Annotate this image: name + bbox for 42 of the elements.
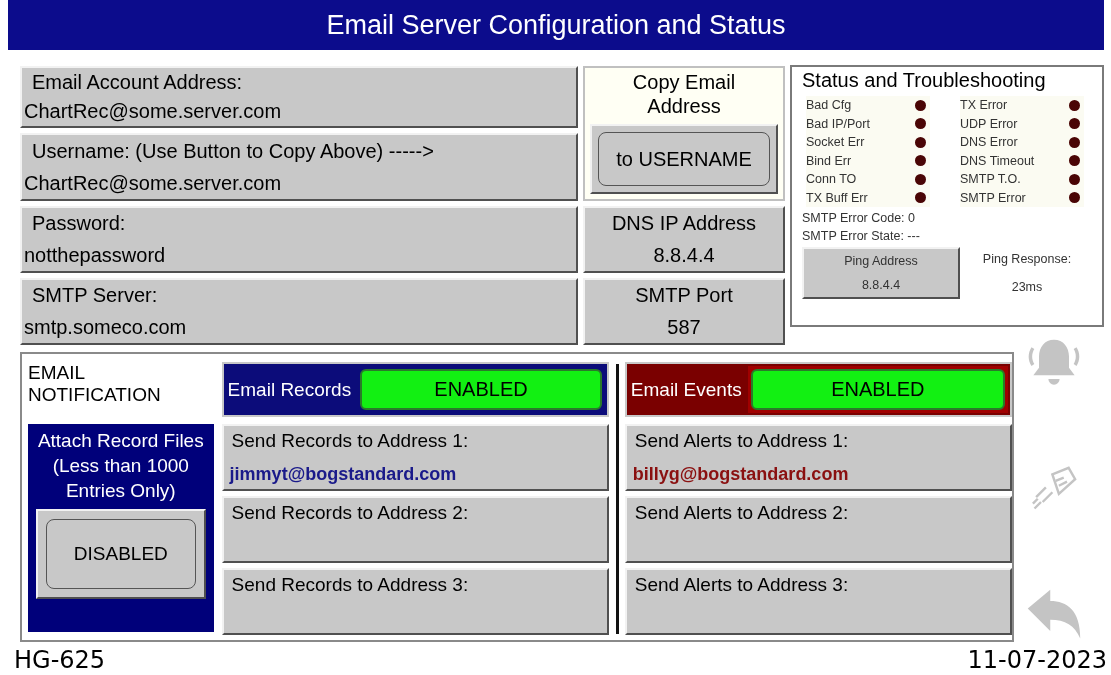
address-field[interactable]: Send Records to Address 1: jimmyt@bogstandard.com xyxy=(221,424,609,491)
attach-label: Attach Record Files (Less than 1000 Entries Only) xyxy=(36,429,205,503)
indicator-label: Bad Cfg xyxy=(806,98,852,113)
window-title: Email Server Configuration and Status xyxy=(8,0,1104,50)
indicator-label: TX Error xyxy=(960,98,1008,113)
indicator-label: SMTP Error xyxy=(960,190,1026,205)
input-field[interactable]: Username: (Use Button to Copy Above) -----> ChartRec@some.server.com xyxy=(20,133,578,201)
attach-toggle-button[interactable]: DISABLED xyxy=(35,509,206,599)
model-label: HG-625 xyxy=(14,646,106,674)
dns-field[interactable]: DNS IP Address 8.8.4.4 xyxy=(583,206,785,273)
address-field[interactable]: Send Records to Address 2: xyxy=(221,496,609,563)
date-label: 11-07-2023 xyxy=(967,646,1107,674)
enable-toggle-button[interactable]: ENABLED xyxy=(750,369,1005,410)
input-field[interactable]: Email Account Address: ChartRec@some.server.com xyxy=(20,66,578,128)
ping-button[interactable]: Ping Address 8.8.4.4 xyxy=(802,247,960,299)
panel-title: Status and Troubleshooting xyxy=(802,69,1047,92)
indicator-label: Bind Err xyxy=(806,153,852,168)
indicator-label: TX Buff Err xyxy=(806,190,868,205)
ping-response-value: 23ms xyxy=(1011,280,1043,294)
address-field[interactable]: Send Alerts to Address 1: billyg@bogstandard.com xyxy=(624,424,1012,491)
error-code-text: SMTP Error Code: 0 xyxy=(802,211,916,225)
address-field[interactable]: Send Alerts to Address 2: xyxy=(624,496,1012,563)
copy-label: Copy Email Address xyxy=(631,70,737,118)
ping-response-label: Ping Response: xyxy=(982,252,1072,266)
group-title: Email Events xyxy=(629,378,743,401)
indicator-label: DNS Timeout xyxy=(960,153,1035,168)
input-field[interactable]: SMTP Server: smtp.someco.com xyxy=(20,278,578,345)
address-field[interactable]: Send Records to Address 3: xyxy=(221,568,609,635)
indicator-label: UDP Error xyxy=(960,116,1018,131)
group-title: Email Records xyxy=(226,378,353,401)
input-field[interactable]: Password: notthepassword xyxy=(20,206,578,273)
indicator-label: Bad IP/Port xyxy=(806,116,870,131)
indicator-label: Socket Err xyxy=(806,135,865,150)
address-field[interactable]: Send Alerts to Address 3: xyxy=(624,568,1012,635)
section-heading: EMAIL NOTIFICATION xyxy=(28,362,162,407)
port-field[interactable]: SMTP Port 587 xyxy=(583,278,785,345)
enable-toggle-button[interactable]: ENABLED xyxy=(360,369,602,410)
indicator-label: Conn TO xyxy=(806,172,857,187)
indicator-label: DNS Error xyxy=(960,135,1018,150)
indicator-label: SMTP T.O. xyxy=(960,172,1021,187)
error-state-text: SMTP Error State: --- xyxy=(802,229,921,243)
copy-button[interactable]: to USERNAME xyxy=(590,124,778,194)
